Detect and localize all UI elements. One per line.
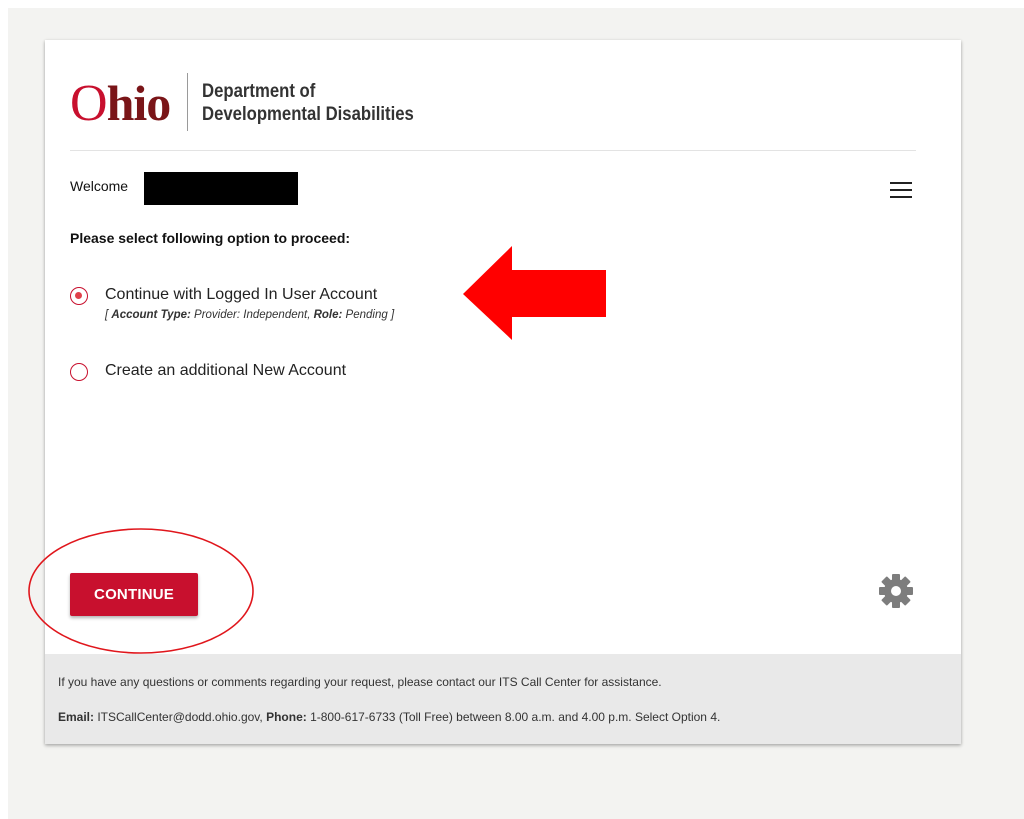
- select-option-prompt: Please select following option to procee…: [70, 230, 351, 246]
- footer-contact: Email: ITSCallCenter@dodd.ohio.gov, Phon…: [58, 710, 721, 724]
- footer: If you have any questions or comments re…: [45, 654, 961, 744]
- footer-email: ITSCallCenter@dodd.ohio.gov,: [94, 710, 267, 724]
- radio-continue-logged-in[interactable]: [70, 287, 88, 305]
- footer-help-text: If you have any questions or comments re…: [58, 675, 662, 689]
- department-name: Department of Developmental Disabilities: [202, 80, 414, 126]
- redacted-username: [144, 172, 298, 205]
- logo-letters: hio: [106, 75, 172, 131]
- department-line-1: Department of: [202, 81, 316, 102]
- radio-create-new-account[interactable]: [70, 363, 88, 381]
- ohio-logo: Ohio: [70, 75, 172, 132]
- welcome-text: Welcome: [70, 178, 129, 194]
- department-line-2: Developmental Disabilities: [202, 104, 414, 125]
- footer-phone: 1-800-617-6733 (Toll Free) between 8.00 …: [306, 710, 721, 724]
- continue-button[interactable]: CONTINUE: [70, 573, 198, 616]
- logo-divider: [187, 73, 188, 131]
- main-card: Ohio Department of Developmental Disabil…: [45, 40, 961, 744]
- gear-icon[interactable]: [877, 572, 915, 610]
- option-label: Continue with Logged In User Account: [105, 286, 378, 303]
- hamburger-menu-icon[interactable]: [890, 181, 912, 199]
- option-label: Create an additional New Account: [105, 362, 347, 379]
- header: Ohio Department of Developmental Disabil…: [70, 70, 916, 151]
- account-info: [ Account Type: Provider: Independent, R…: [105, 309, 395, 321]
- logo-letter-o: O: [70, 75, 108, 132]
